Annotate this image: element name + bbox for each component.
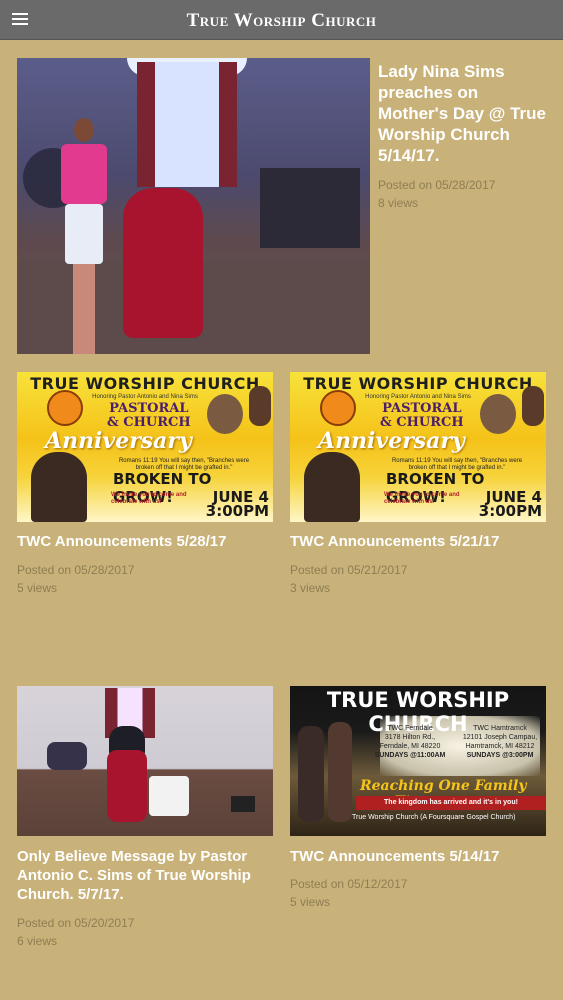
app-title: True Worship Church — [186, 10, 377, 31]
video-thumbnail[interactable]: TRUE WORSHIP CHURCH Honoring Pastor Anto… — [290, 372, 546, 522]
stage-curtain — [137, 62, 237, 187]
video-thumbnail[interactable] — [17, 58, 370, 354]
poster-invite: We invite you to come and celebrate with… — [111, 492, 187, 505]
woman-portrait — [207, 394, 243, 434]
video-view-count: 6 views — [17, 934, 58, 948]
guest-speaker-portrait — [31, 452, 87, 522]
poster-date: JUNE 4 3:00PM — [205, 488, 269, 520]
drum-kit — [47, 742, 87, 770]
poster-header: TRUE WORSHIP CHURCH — [303, 374, 533, 393]
video-title[interactable]: TWC Announcements 5/14/17 — [290, 847, 546, 866]
poster-invite: We invite you to come and celebrate with… — [384, 492, 460, 505]
woman-portrait — [480, 394, 516, 434]
sound-equipment — [260, 168, 360, 248]
guest-speaker-portrait — [304, 452, 360, 522]
video-title[interactable]: TWC Announcements 5/28/17 — [17, 532, 273, 551]
video-view-count: 5 views — [290, 895, 331, 909]
video-thumbnail[interactable]: TRUE WORSHIP CHURCH Honoring Pastor Anto… — [17, 372, 273, 522]
video-title[interactable]: Lady Nina Sims preaches on Mother's Day … — [378, 61, 553, 166]
top-app-bar: True Worship Church — [0, 0, 563, 40]
ferndale-info: TWC Ferndale 3178 Hilton Rd., Ferndale, … — [374, 725, 446, 759]
video-posted-date: Posted on 05/20/2017 — [17, 916, 135, 930]
video-posted-date: Posted on 05/21/2017 — [290, 563, 408, 577]
amplifier — [231, 796, 255, 812]
speaker-figure — [59, 118, 109, 354]
video-thumbnail[interactable] — [17, 686, 273, 836]
man-portrait — [328, 722, 352, 822]
video-title[interactable]: Only Believe Message by Pastor Antonio C… — [17, 847, 273, 904]
video-view-count: 5 views — [17, 581, 58, 595]
man-portrait-small — [249, 386, 271, 426]
poster-band: The kingdom has arrived and it's in you! — [356, 796, 546, 810]
church-logo — [320, 390, 356, 426]
video-posted-date: Posted on 05/28/2017 — [378, 178, 496, 192]
poster-date: JUNE 4 3:00PM — [478, 488, 542, 520]
hamtramck-info: TWC Hamtramck 12101 Joseph Campau, Hamtr… — [462, 725, 538, 759]
video-view-count: 3 views — [290, 581, 331, 595]
video-title[interactable]: TWC Announcements 5/21/17 — [290, 532, 546, 551]
woman-portrait — [298, 726, 324, 822]
man-portrait-small — [522, 386, 544, 426]
poster-header: TRUE WORSHIP CHURCH — [30, 374, 260, 393]
communion-table — [149, 776, 189, 816]
church-logo — [47, 390, 83, 426]
video-thumbnail[interactable]: TRUE WORSHIP CHURCH TWC Ferndale 3178 Hi… — [290, 686, 546, 836]
video-view-count: 8 views — [378, 196, 419, 210]
poster-social: True Worship Church (A Foursquare Gospel… — [352, 814, 516, 821]
poster-pastoral: PASTORAL & CHURCH — [107, 401, 191, 430]
poster-pastoral: PASTORAL & CHURCH — [380, 401, 464, 430]
podium — [107, 750, 147, 822]
podium — [123, 188, 203, 338]
poster-anniversary: Anniversary — [45, 428, 192, 454]
poster-anniversary: Anniversary — [318, 428, 465, 454]
video-posted-date: Posted on 05/12/2017 — [290, 877, 408, 891]
video-posted-date: Posted on 05/28/2017 — [17, 563, 135, 577]
